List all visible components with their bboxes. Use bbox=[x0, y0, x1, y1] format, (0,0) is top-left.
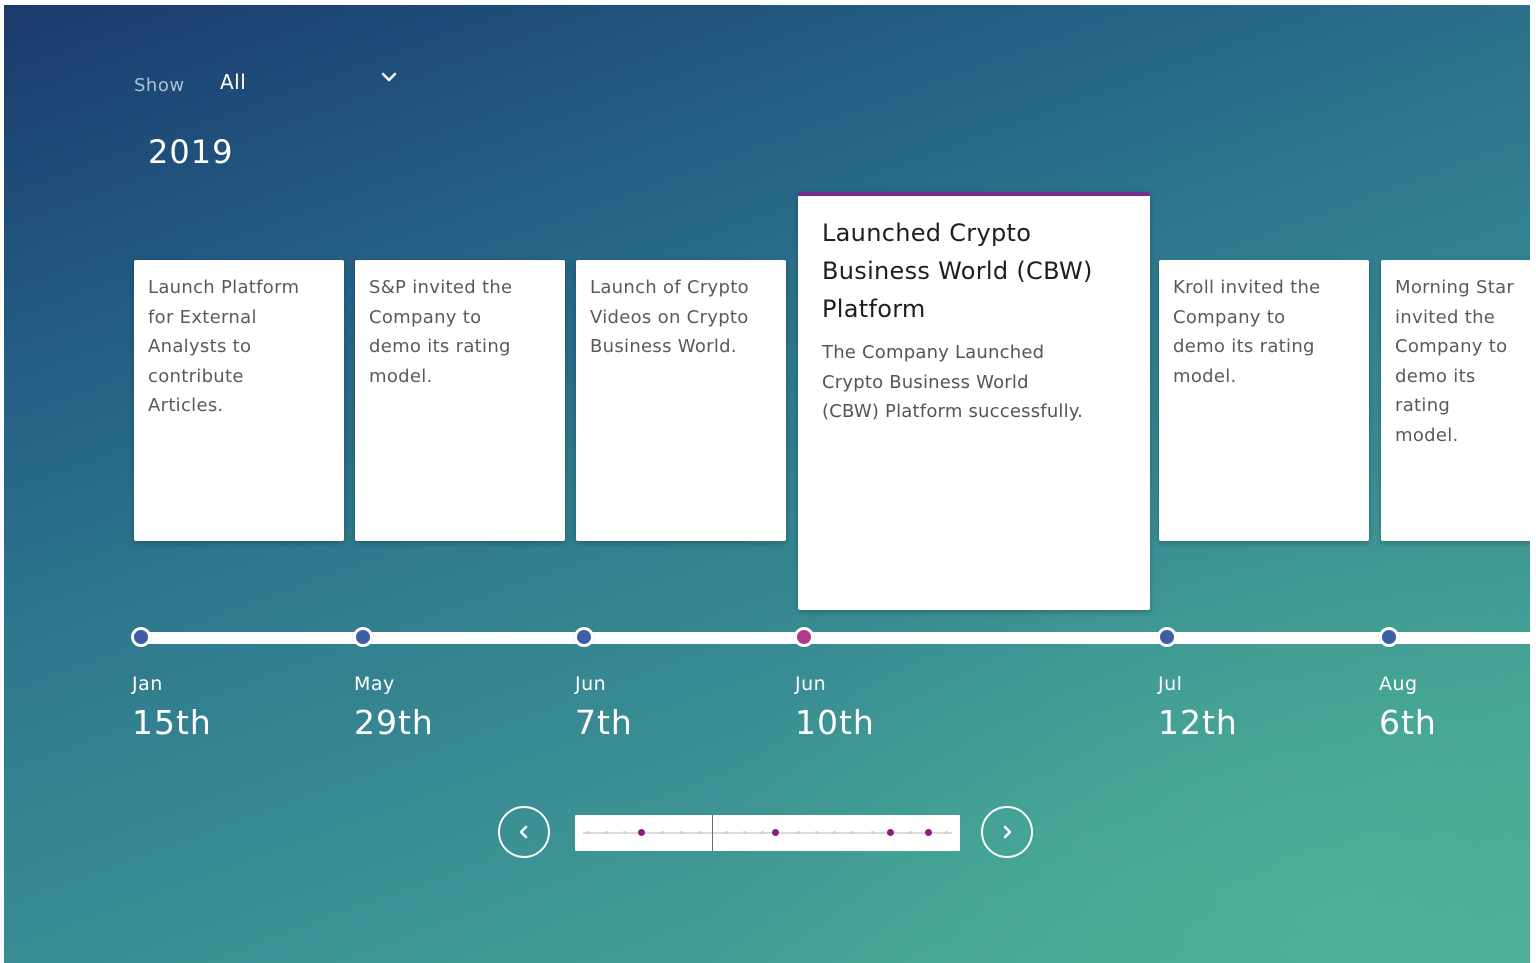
event-month: Jul bbox=[1158, 673, 1183, 695]
timeline-dot[interactable] bbox=[1379, 627, 1399, 647]
timeline-dot[interactable] bbox=[574, 627, 594, 647]
event-day: 7th bbox=[575, 703, 633, 742]
prev-button[interactable] bbox=[498, 806, 550, 858]
minimap-tick bbox=[833, 831, 836, 834]
minimap-tick bbox=[871, 831, 874, 834]
minimap-tick bbox=[909, 831, 912, 834]
minimap-tick bbox=[797, 831, 800, 834]
minimap-event-dot bbox=[887, 829, 894, 836]
minimap-tick bbox=[815, 831, 818, 834]
event-card-text: S&P invited the Company to demo its rati… bbox=[369, 277, 513, 387]
event-card[interactable]: Morning Star invited the Company to demo… bbox=[1381, 260, 1530, 541]
minimap-tick bbox=[761, 831, 764, 834]
event-card-text: Kroll invited the Company to demo its ra… bbox=[1173, 277, 1321, 387]
minimap-tick bbox=[725, 831, 728, 834]
minimap-event-dot bbox=[772, 829, 779, 836]
event-month: Jun bbox=[795, 673, 827, 695]
minimap-event-dot bbox=[925, 829, 932, 836]
timeline-dot-active[interactable] bbox=[794, 627, 814, 647]
event-card-active[interactable]: Launched Crypto Business World (CBW) Pla… bbox=[798, 192, 1150, 610]
event-day: 6th bbox=[1379, 703, 1437, 742]
show-filter-value: All bbox=[220, 70, 247, 94]
event-card[interactable]: S&P invited the Company to demo its rati… bbox=[355, 260, 565, 541]
event-day: 15th bbox=[132, 703, 212, 742]
event-card[interactable]: Launch of Crypto Videos on Crypto Busine… bbox=[576, 260, 786, 541]
event-month: Jan bbox=[132, 673, 163, 695]
next-button[interactable] bbox=[981, 806, 1033, 858]
year-heading: 2019 bbox=[148, 133, 234, 171]
minimap-tick bbox=[680, 831, 683, 834]
timeline-dot[interactable] bbox=[353, 627, 373, 647]
timeline-track bbox=[140, 632, 1530, 644]
event-month: Jun bbox=[575, 673, 607, 695]
minimap-tick bbox=[743, 831, 746, 834]
event-card-text: The Company Launched Crypto Business Wor… bbox=[822, 342, 1084, 422]
event-day: 10th bbox=[795, 703, 875, 742]
minimap-tick bbox=[699, 831, 702, 834]
event-card-text: Launch of Crypto Videos on Crypto Busine… bbox=[590, 277, 749, 357]
minimap-tick bbox=[605, 831, 608, 834]
chevron-left-icon bbox=[519, 825, 528, 839]
event-day: 29th bbox=[354, 703, 434, 742]
event-card-title: Launched Crypto Business World (CBW) Pla… bbox=[822, 219, 1093, 323]
minimap-event-dot bbox=[638, 829, 645, 836]
show-filter-label: Show bbox=[134, 75, 185, 96]
event-month: May bbox=[354, 673, 395, 695]
event-card-text: Morning Star invited the Company to demo… bbox=[1395, 277, 1515, 446]
timeline-screen: Show All 2019 Launch Platform for Extern… bbox=[4, 5, 1530, 963]
event-month: Aug bbox=[1379, 673, 1418, 695]
event-day: 12th bbox=[1158, 703, 1238, 742]
timeline-dot[interactable] bbox=[1157, 627, 1177, 647]
event-card[interactable]: Kroll invited the Company to demo its ra… bbox=[1159, 260, 1369, 541]
minimap-tick bbox=[623, 831, 626, 834]
minimap-tick bbox=[661, 831, 664, 834]
chevron-down-icon bbox=[381, 72, 397, 82]
event-card-text: Launch Platform for External Analysts to… bbox=[148, 277, 300, 416]
minimap-tick bbox=[587, 831, 590, 834]
minimap-tick bbox=[851, 831, 854, 834]
minimap-tick bbox=[945, 831, 948, 834]
timeline-dot[interactable] bbox=[131, 627, 151, 647]
minimap-viewport-marker[interactable] bbox=[712, 815, 713, 851]
timeline-minimap[interactable] bbox=[575, 815, 960, 851]
show-filter-dropdown[interactable]: All bbox=[220, 67, 400, 97]
chevron-right-icon bbox=[1003, 825, 1012, 839]
event-card[interactable]: Launch Platform for External Analysts to… bbox=[134, 260, 344, 541]
